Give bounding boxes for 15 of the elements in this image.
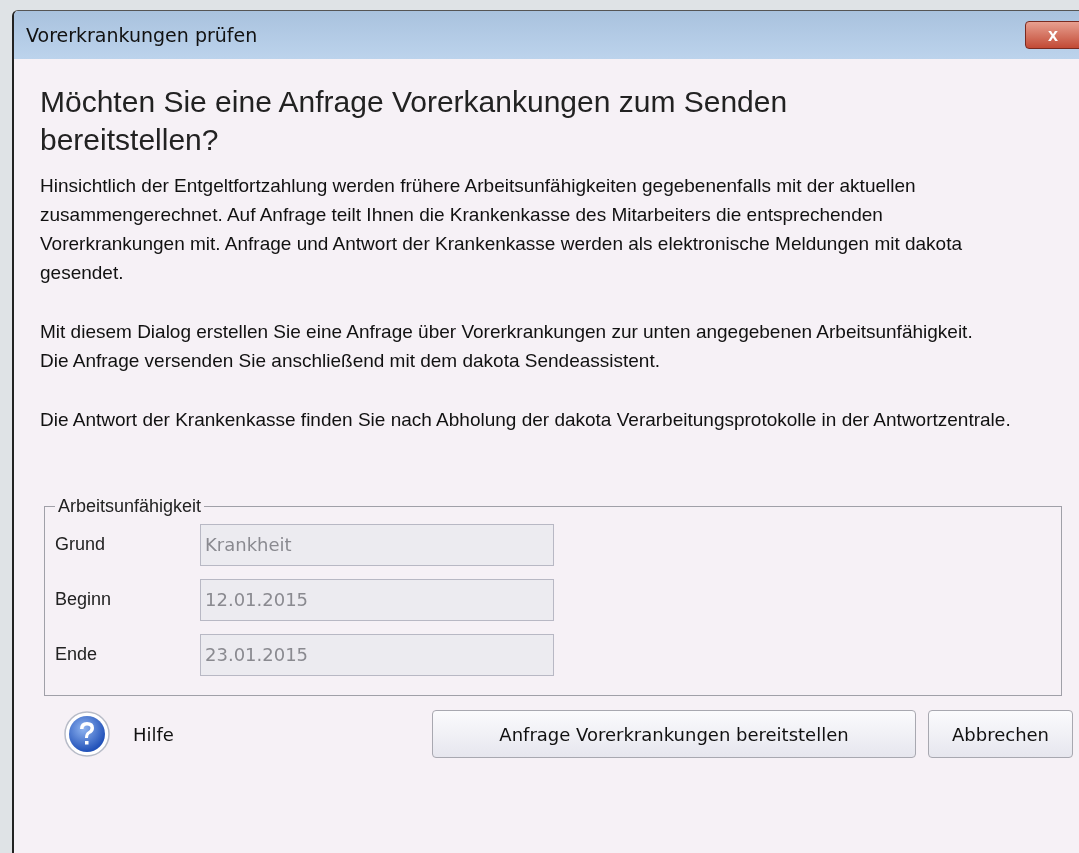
info-paragraph: Die Anfrage versenden Sie anschließend mit dem dakota Sendeassistent. (40, 349, 661, 373)
group-title: Arbeitsunfähigkeit (57, 496, 203, 517)
info-paragraph: Die Antwort der Krankenkasse finden Sie nach Abholung der dakota Verarbeitungsprotokolle in der Antwortzentrale. (40, 408, 1012, 432)
info-paragraph: Hinsichtlich der Entgeltfortzahlung werden frühere Arbeitsunfähigkeiten gegebenenfalls mit der aktuellen zusammengerechnet. Auf Anfrage teilt Ihnen die Krankenkasse des Mitarbeiters die entsprechenden Vorerkrankungen mit. Anfrage und Antwort der Krankenkasse werden als elektronische Meldungen mit dakota gesendet. (40, 174, 964, 285)
field-label: Ende (55, 644, 99, 665)
help-label[interactable]: Hilfe (133, 723, 174, 745)
field-label: Grund (55, 534, 107, 555)
help-icon[interactable] (63, 710, 111, 758)
close-button[interactable]: x (1025, 21, 1079, 49)
window-title: Vorerkrankungen prüfen (26, 24, 259, 46)
submit-button[interactable]: Anfrage Vorerkrankungen bereitstellen (432, 710, 916, 758)
cancel-button[interactable]: Abbrechen (928, 710, 1073, 758)
field-label: Beginn (55, 589, 113, 610)
dialog-heading: Möchten Sie eine Anfrage Vorerkankungen zum Senden bereitstellen? (40, 84, 789, 158)
info-paragraph: Mit diesem Dialog erstellen Sie eine Anfrage über Vorerkrankungen zur unten angegebenen Arbeitsunfähigkeit. (40, 320, 974, 344)
